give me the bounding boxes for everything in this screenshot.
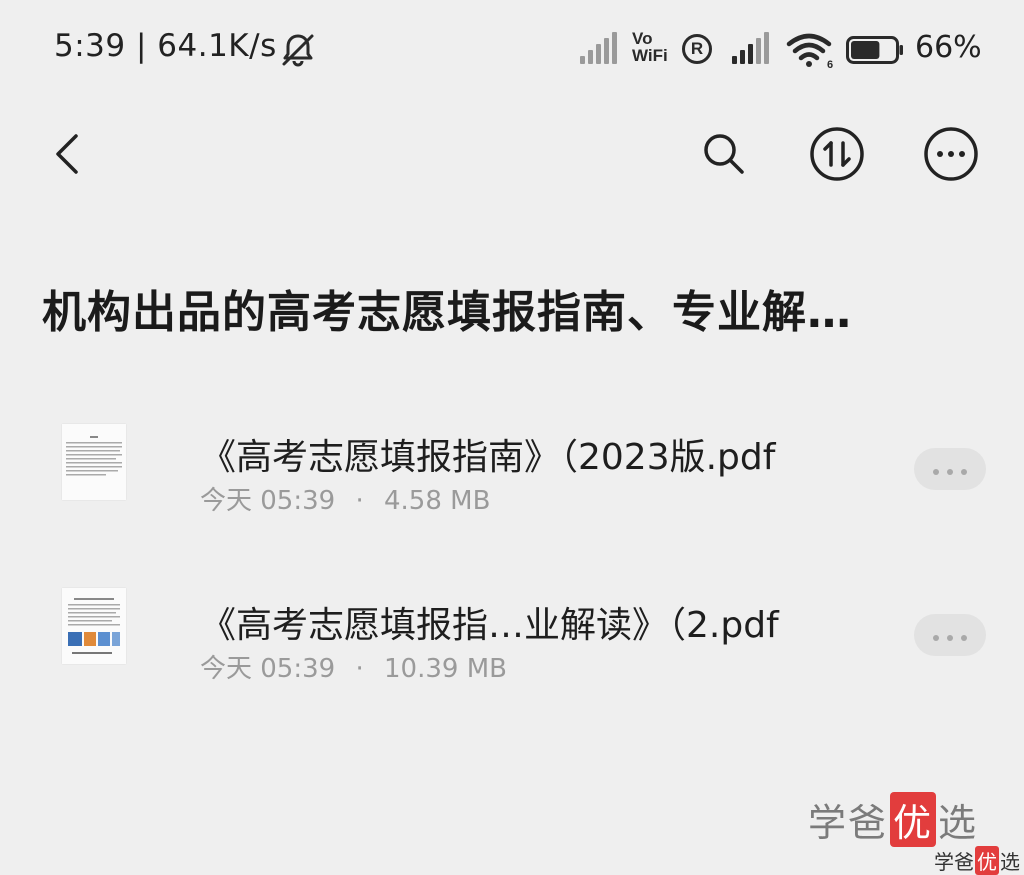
file-size: 10.39 MB <box>384 654 507 684</box>
status-time: 5:39 | 64.1K/s <box>54 28 277 64</box>
file-more-button[interactable] <box>914 614 986 656</box>
more-options-button[interactable] <box>919 122 983 186</box>
status-bar: 5:39 | 64.1K/s Vo WiFi R 6 66% <box>0 0 1024 100</box>
file-item[interactable]: 《高考志愿填报指南》（2023版.pdf 今天 05:39 · 4.58 MB <box>0 410 1024 540</box>
sort-icon <box>810 127 864 181</box>
vowifi-icon: Vo WiFi <box>632 30 668 64</box>
file-name: 《高考志愿填报指…业解读》（2.pdf <box>200 605 779 646</box>
watermark-small-part2: 选 <box>1000 850 1020 874</box>
back-button[interactable] <box>36 122 100 186</box>
more-icon <box>924 127 978 181</box>
meta-separator: · <box>355 486 364 516</box>
search-icon <box>704 134 744 174</box>
pdf-thumbnail-icon <box>62 588 126 664</box>
battery-icon <box>846 36 903 64</box>
battery-fill <box>851 41 880 59</box>
battery-percent: 66% <box>915 30 982 65</box>
search-button[interactable] <box>692 122 756 186</box>
signal-1-icon <box>580 32 617 64</box>
watermark-part2: 选 <box>938 801 979 845</box>
sort-button[interactable] <box>805 122 869 186</box>
pdf-thumbnail-icon <box>62 424 126 500</box>
file-name: 《高考志愿填报指南》（2023版.pdf <box>200 437 776 478</box>
file-date: 今天 05:39 <box>200 486 336 516</box>
watermark-logo: 学爸 优 选 <box>808 792 978 847</box>
dots-icon <box>929 460 971 479</box>
watermark-logo-small: 学爸 优 选 <box>934 846 1020 875</box>
watermark-part1: 学爸 <box>808 801 889 845</box>
file-date: 今天 05:39 <box>200 654 336 684</box>
signal-2-icon <box>732 32 769 64</box>
file-size: 4.58 MB <box>384 486 491 516</box>
watermark-highlight: 优 <box>890 792 937 847</box>
wifi-badge: 6 <box>827 59 833 70</box>
meta-separator: · <box>355 654 364 684</box>
file-meta: 今天 05:39 · 4.58 MB <box>200 480 490 517</box>
vowifi-top: Vo <box>632 29 653 48</box>
file-meta: 今天 05:39 · 10.39 MB <box>200 648 507 685</box>
vowifi-bottom: WiFi <box>632 46 668 65</box>
file-item[interactable]: 《高考志愿填报指…业解读》（2.pdf 今天 05:39 · 10.39 MB <box>0 578 1024 708</box>
bell-mute-icon <box>282 34 314 67</box>
wifi-icon: 6 <box>786 33 833 70</box>
chevron-left-icon <box>56 134 78 174</box>
file-more-button[interactable] <box>914 448 986 490</box>
watermark-small-part1: 学爸 <box>934 850 974 874</box>
dots-icon <box>929 626 971 645</box>
registered-icon: R <box>682 34 712 64</box>
page-title: 机构出品的高考志愿填报指南、专业解… <box>42 287 852 338</box>
watermark-small-highlight: 优 <box>975 846 999 875</box>
